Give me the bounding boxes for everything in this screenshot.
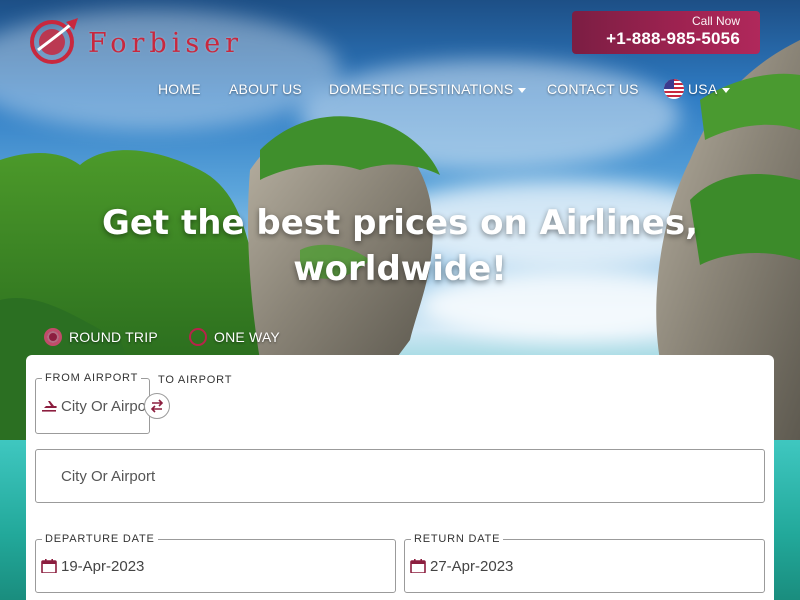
from-airport-input[interactable]	[61, 379, 145, 433]
round-trip-label: ROUND TRIP	[69, 329, 158, 345]
nav-contact-us[interactable]: CONTACT US	[547, 80, 639, 98]
main-nav: HOME ABOUT US DOMESTIC DESTINATIONS CONT…	[0, 79, 800, 100]
radio-unchecked-icon	[189, 328, 207, 347]
nav-domestic-label: DOMESTIC DESTINATIONS	[329, 81, 514, 97]
country-label: USA	[688, 81, 718, 97]
nav-home[interactable]: HOME	[158, 80, 201, 98]
one-way-option[interactable]: ONE WAY	[189, 327, 280, 347]
radio-checked-icon	[44, 328, 62, 347]
swap-arrows-icon	[150, 399, 164, 413]
to-airport-label: TO AIRPORT	[158, 374, 233, 386]
phone-number[interactable]: +1-888-985-5056	[572, 28, 740, 50]
to-airport-field[interactable]	[35, 449, 765, 503]
usa-flag-icon	[664, 79, 684, 100]
return-date-value[interactable]: 27-Apr-2023	[430, 540, 760, 592]
return-date-field[interactable]: RETURN DATE 27-Apr-2023	[404, 532, 765, 593]
one-way-label: ONE WAY	[214, 329, 280, 345]
headline-line-2: worldwide!	[293, 249, 507, 289]
brand-logo[interactable]: Forbiser	[26, 12, 296, 70]
swap-airports-button[interactable]	[144, 393, 170, 419]
call-now-label: Call Now	[691, 14, 740, 28]
headline-line-1: Get the best prices on Airlines,	[101, 203, 699, 243]
to-airport-input[interactable]	[61, 450, 760, 502]
call-now-box[interactable]: Call Now +1-888-985-5056	[572, 11, 760, 54]
departure-date-value[interactable]: 19-Apr-2023	[61, 540, 391, 592]
from-airport-field[interactable]: FROM AIRPORT	[35, 371, 150, 434]
calendar-icon	[410, 559, 426, 573]
plane-departure-icon	[42, 401, 57, 412]
chevron-down-icon	[722, 87, 731, 93]
nav-domestic-destinations[interactable]: DOMESTIC DESTINATIONS	[329, 80, 527, 98]
nav-country-select[interactable]: USA	[664, 79, 731, 100]
nav-about-us[interactable]: ABOUT US	[229, 80, 302, 98]
flight-search-form: FROM AIRPORT TO AIRPORT DEPARTURE DATE 1…	[26, 355, 774, 600]
chevron-down-icon	[518, 87, 527, 93]
hero-headline: Get the best prices on Airlines, worldwi…	[0, 200, 800, 292]
round-trip-option[interactable]: ROUND TRIP	[44, 327, 158, 347]
calendar-icon	[41, 559, 57, 573]
departure-date-field[interactable]: DEPARTURE DATE 19-Apr-2023	[35, 532, 396, 593]
plane-globe-logo-icon	[30, 18, 78, 64]
brand-name: Forbiser	[88, 28, 244, 59]
